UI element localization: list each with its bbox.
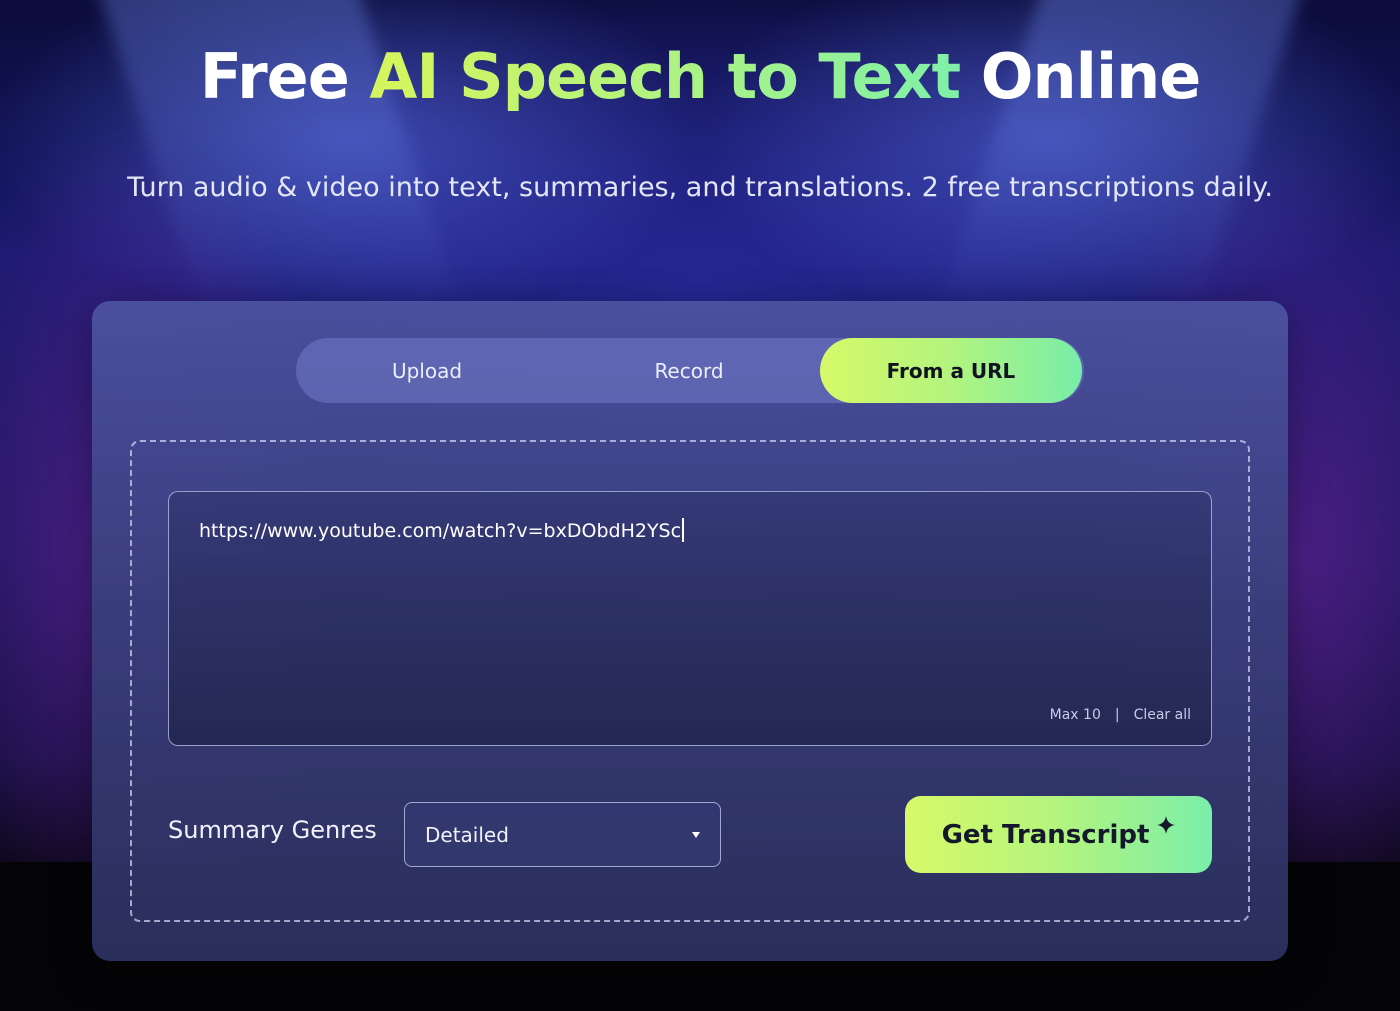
max-urls-label: Max 10 xyxy=(1049,707,1101,723)
url-value: https://www.youtube.com/watch?v=bxDObdH2… xyxy=(199,520,682,542)
page-title: Free AI Speech to Text Online xyxy=(0,40,1400,113)
get-transcript-label: Get Transcript xyxy=(941,819,1150,850)
tab-upload[interactable]: Upload xyxy=(296,338,558,403)
url-box-meta: Max 10 | Clear all xyxy=(1050,707,1191,723)
clear-all-link[interactable]: Clear all xyxy=(1134,707,1191,723)
url-input-text[interactable]: https://www.youtube.com/watch?v=bxDObdH2… xyxy=(199,518,1179,542)
summary-genre-value: Detailed xyxy=(425,822,509,847)
summary-genres-label: Summary Genres xyxy=(168,816,377,844)
tab-record[interactable]: Record xyxy=(558,338,820,403)
title-highlight: AI Speech to Text xyxy=(369,40,961,113)
title-prefix: Free xyxy=(199,40,370,113)
page-background: Free AI Speech to Text Online Turn audio… xyxy=(0,0,1400,1011)
summary-genre-select[interactable]: Detailed xyxy=(404,802,721,867)
page-subtitle: Turn audio & video into text, summaries,… xyxy=(127,172,1273,203)
source-tabs: Upload Record From a URL xyxy=(296,338,1084,403)
meta-separator: | xyxy=(1114,707,1120,723)
text-caret xyxy=(682,518,685,542)
title-suffix: Online xyxy=(960,40,1202,113)
url-input[interactable]: https://www.youtube.com/watch?v=bxDObdH2… xyxy=(168,491,1212,746)
transcribe-card: Upload Record From a URL https://www.you… xyxy=(92,301,1288,961)
get-transcript-button[interactable]: Get Transcript xyxy=(905,796,1212,873)
tab-from-url[interactable]: From a URL xyxy=(820,338,1082,403)
chevron-down-icon xyxy=(692,832,700,838)
sparkle-icon xyxy=(1157,811,1176,841)
